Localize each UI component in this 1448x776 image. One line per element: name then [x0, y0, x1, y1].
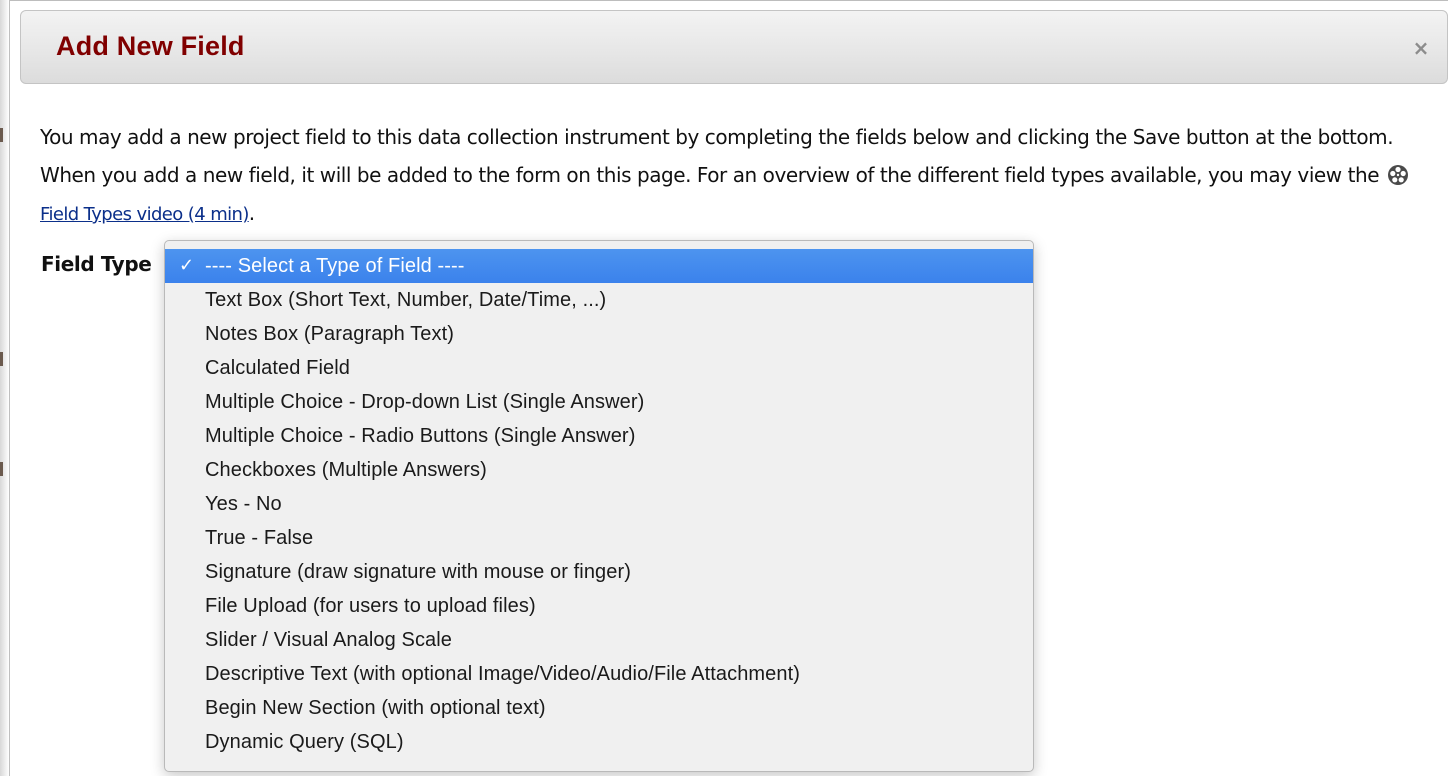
edge-mark [0, 352, 3, 366]
intro-paragraph: You may add a new project field to this … [40, 118, 1435, 234]
field-type-option[interactable]: Multiple Choice - Drop-down List (Single… [165, 385, 1033, 419]
dialog-titlebar[interactable]: Add New Field × [20, 10, 1448, 84]
field-type-dropdown-menu[interactable]: ✓ ---- Select a Type of Field ---- Text Bo… [164, 240, 1034, 772]
field-type-option-label: Yes - No [205, 493, 282, 515]
field-type-label: Field Type [41, 252, 152, 276]
field-type-option[interactable]: ✓ ---- Select a Type of Field ---- [165, 249, 1033, 283]
field-type-option[interactable]: Signature (draw signature with mouse or … [165, 555, 1033, 589]
field-type-option[interactable]: Yes - No [165, 487, 1033, 521]
dialog-title: Add New Field [56, 31, 245, 61]
intro-text: You may add a new project field to this … [40, 125, 1394, 187]
field-type-option-label: File Upload (for users to upload files) [205, 595, 536, 617]
field-type-option[interactable]: Checkboxes (Multiple Answers) [165, 453, 1033, 487]
background-window-edge [0, 0, 10, 776]
field-type-option[interactable]: Multiple Choice - Radio Buttons (Single … [165, 419, 1033, 453]
field-type-option-label: Multiple Choice - Drop-down List (Single… [205, 391, 645, 413]
field-type-option[interactable]: Notes Box (Paragraph Text) [165, 317, 1033, 351]
field-type-option[interactable]: True - False [165, 521, 1033, 555]
intro-period: . [248, 201, 255, 225]
field-type-option-label: ---- Select a Type of Field ---- [205, 255, 465, 277]
checkmark-icon: ✓ [179, 255, 195, 276]
field-type-option[interactable]: Text Box (Short Text, Number, Date/Time,… [165, 283, 1033, 317]
add-new-field-dialog: Add New Field × You may add a new projec… [10, 0, 1448, 776]
field-type-option[interactable]: Dynamic Query (SQL) [165, 725, 1033, 759]
edge-mark [0, 462, 3, 476]
field-type-option[interactable]: Calculated Field [165, 351, 1033, 385]
close-button[interactable]: × [1409, 36, 1433, 60]
field-type-option-label: Descriptive Text (with optional Image/Vi… [205, 663, 801, 685]
field-type-option-label: Slider / Visual Analog Scale [205, 629, 453, 651]
field-type-option-label: True - False [205, 527, 314, 549]
field-type-option[interactable]: Begin New Section (with optional text) [165, 691, 1033, 725]
field-type-option-label: Text Box (Short Text, Number, Date/Time,… [205, 289, 607, 311]
field-type-option-label: Dynamic Query (SQL) [205, 731, 404, 753]
field-type-option[interactable]: File Upload (for users to upload files) [165, 589, 1033, 623]
field-type-option-label: Signature (draw signature with mouse or … [205, 561, 632, 583]
field-type-option-label: Multiple Choice - Radio Buttons (Single … [205, 425, 636, 447]
field-type-option-label: Calculated Field [205, 357, 351, 379]
field-types-video-link[interactable]: Field Types video (4 min) [40, 204, 249, 225]
page: Add New Field × You may add a new projec… [0, 0, 1448, 776]
field-type-option[interactable]: Slider / Visual Analog Scale [165, 623, 1033, 657]
field-type-option-label: Checkboxes (Multiple Answers) [205, 459, 487, 481]
edge-mark [0, 128, 3, 142]
field-type-option[interactable]: Descriptive Text (with optional Image/Vi… [165, 657, 1033, 691]
field-type-option-label: Notes Box (Paragraph Text) [205, 323, 455, 345]
field-type-option-label: Begin New Section (with optional text) [205, 697, 546, 719]
film-reel-icon [1388, 165, 1408, 185]
